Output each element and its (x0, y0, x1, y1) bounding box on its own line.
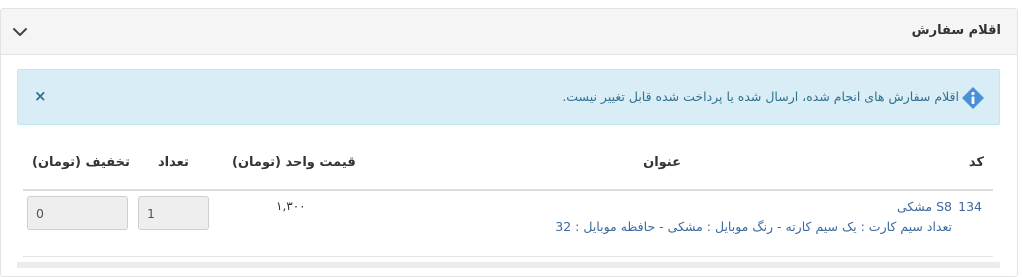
info-alert: اقلام سفارش های انجام شده، ارسال شده یا … (17, 69, 1000, 125)
row-divider (23, 256, 993, 257)
item-code-link[interactable]: 134 (958, 199, 982, 214)
column-header-code: کد (968, 155, 984, 170)
quantity-field[interactable] (138, 196, 209, 230)
panel-header[interactable]: اقلام سفارش (1, 9, 1017, 55)
order-items-panel: اقلام سفارش (0, 8, 1018, 277)
table-footer-bar (17, 262, 1000, 268)
panel-title: اقلام سفارش (911, 23, 1001, 38)
close-icon[interactable]: × (34, 89, 47, 104)
discount-field[interactable] (27, 196, 128, 230)
alert-message: اقلام سفارش های انجام شده، ارسال شده یا … (562, 89, 959, 104)
item-unit-price: ۱,۳۰۰ (276, 199, 306, 213)
column-header-title: عنوان (643, 155, 681, 170)
column-header-quantity: تعداد (158, 155, 189, 170)
item-attributes: تعداد سیم کارت : یک سیم کارته - رنگ موبا… (555, 219, 952, 234)
table-header-divider (23, 189, 993, 191)
column-header-unit-price: قیمت واحد (تومان) (232, 155, 356, 170)
column-header-discount: تخفیف (تومان) (32, 155, 130, 170)
chevron-down-icon[interactable] (11, 23, 29, 41)
item-title-link[interactable]: S8 مشکی (897, 199, 952, 214)
info-icon (961, 86, 985, 110)
